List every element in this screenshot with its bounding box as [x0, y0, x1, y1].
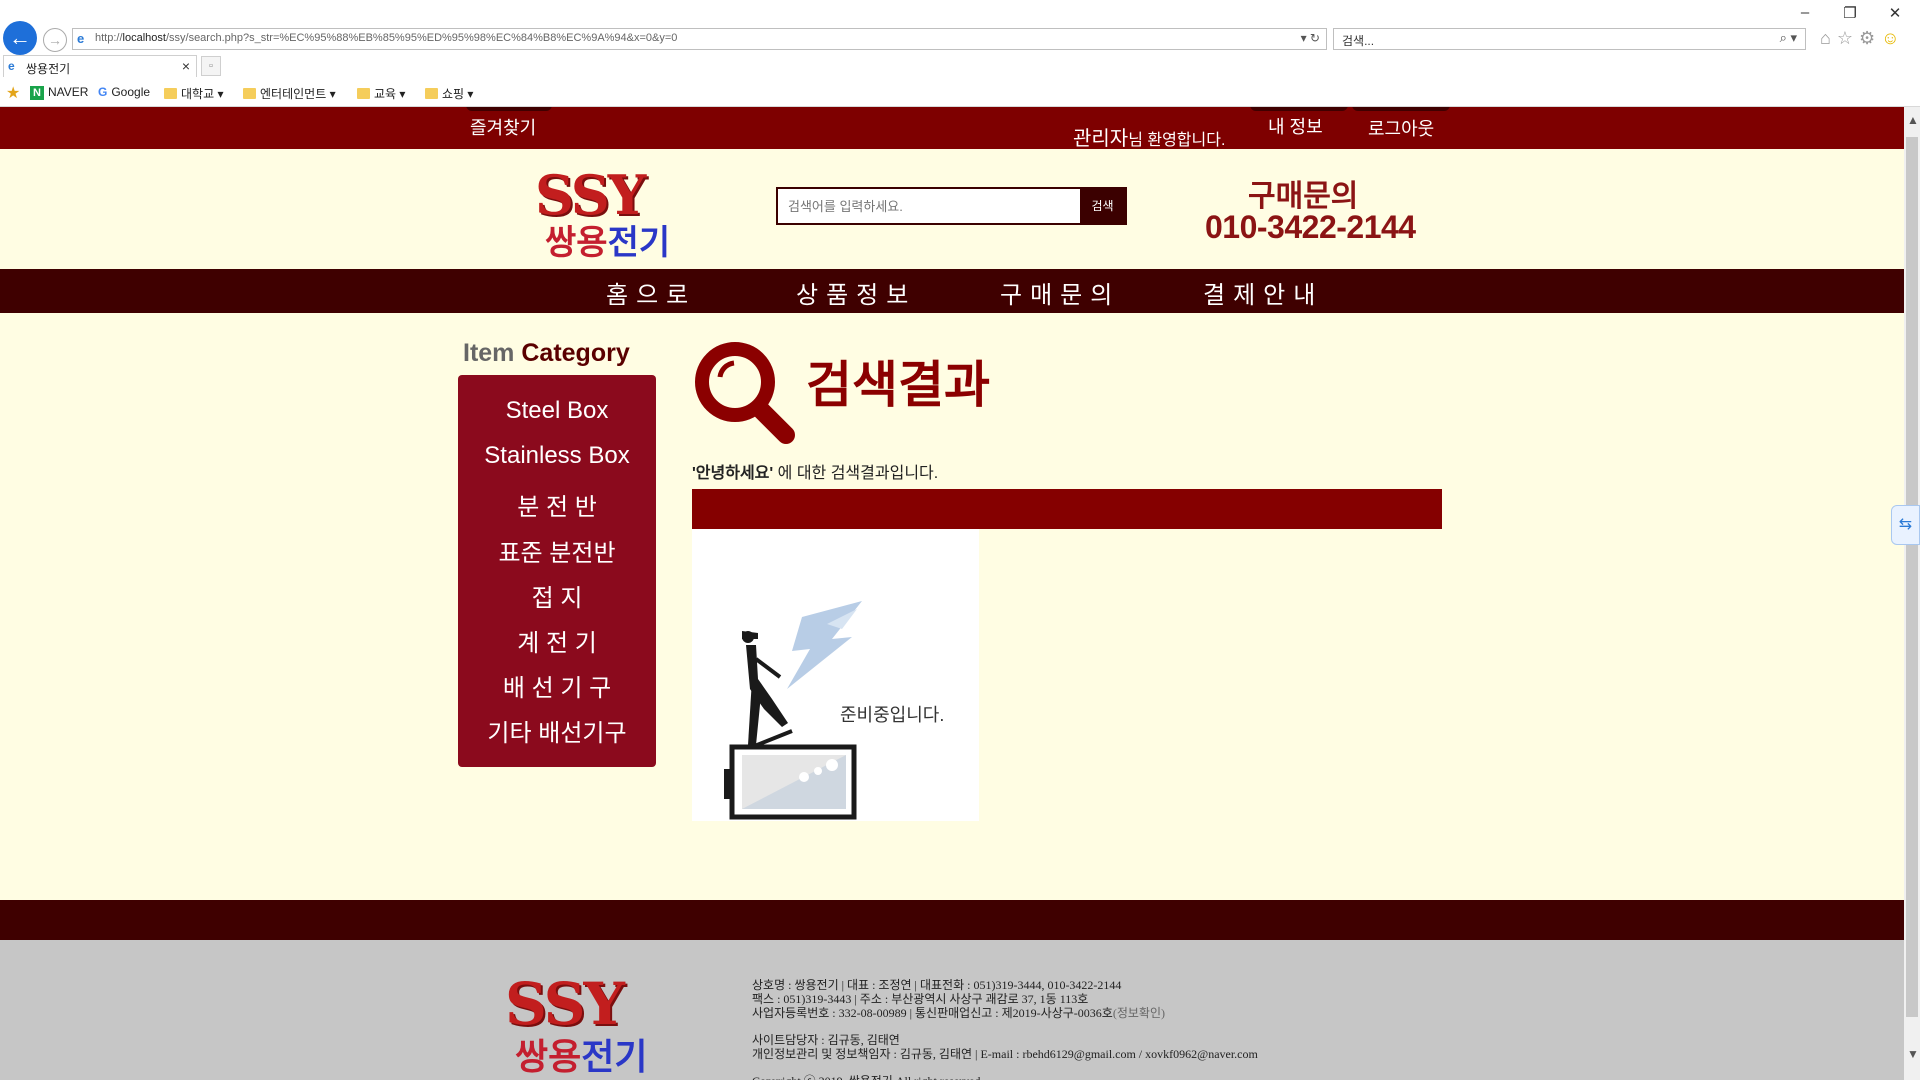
- footer-copyright: Copyright ⓒ 2019. 쌍용전기 All right reserve…: [752, 1072, 983, 1080]
- user-name: 관리자: [1073, 128, 1129, 150]
- fav-naver[interactable]: N NAVER: [30, 85, 88, 100]
- category-item-other-wiring[interactable]: 기타 배선기구: [458, 713, 656, 748]
- browser-search-box[interactable]: 검색... ⌕ ▾: [1333, 28, 1806, 50]
- results-header-bar: [692, 489, 1442, 529]
- category-item-meter[interactable]: 계 전 기: [458, 623, 656, 658]
- footer-bar: [0, 900, 1904, 940]
- bookmark-link[interactable]: 즐겨찾기: [470, 114, 536, 140]
- main-nav: 홈으로 상품정보 구매문의 결제안내: [0, 269, 1904, 313]
- search-icon[interactable]: ⌕ ▾: [1780, 30, 1797, 46]
- my-info-link[interactable]: 내 정보: [1268, 113, 1323, 139]
- folder-icon: [357, 88, 370, 99]
- back-button[interactable]: ←: [3, 21, 37, 55]
- fav-folder-education[interactable]: 교육 ▾: [357, 85, 405, 102]
- site-search-button[interactable]: 검색: [1080, 189, 1125, 223]
- search-result-summary: '안녕하세요' 에 대한 검색결과입니다.: [692, 465, 939, 482]
- browser-chrome: – ❐ ✕ ← → e http://localhost/ssy/search.…: [0, 0, 1920, 107]
- category-item-grounding[interactable]: 접 지: [458, 578, 656, 613]
- address-bar[interactable]: e http://localhost/ssy/search.php?s_str=…: [72, 28, 1327, 50]
- folder-icon: [164, 88, 177, 99]
- nav-products[interactable]: 상품정보: [796, 275, 916, 310]
- nav-payment[interactable]: 결제안내: [1203, 275, 1323, 310]
- page-scrollbar[interactable]: ▲ ▼: [1904, 107, 1920, 1080]
- refresh-icon[interactable]: ▾ ↻: [1301, 31, 1320, 45]
- restore-button[interactable]: ❐: [1830, 4, 1870, 22]
- tab-favicon-icon: e: [8, 59, 15, 73]
- forward-button[interactable]: →: [43, 28, 67, 52]
- category-item-standard-panelboard[interactable]: 표준 분전반: [458, 533, 656, 568]
- fav-folder-entertainment[interactable]: 엔터테인먼트 ▾: [243, 85, 336, 102]
- home-icon[interactable]: ⌂: [1820, 28, 1837, 48]
- category-menu: Steel Box Stainless Box 분 전 반 표준 분전반 접 지…: [458, 375, 656, 767]
- nav-home[interactable]: 홈으로: [606, 275, 696, 310]
- page-viewport: 즐겨찾기 관리자님 환영합니다. 내 정보 로그아웃 SSY 쌍용전기 검색 구…: [0, 107, 1904, 1080]
- top-bar-tab: [466, 107, 552, 111]
- category-title: Item Category: [463, 339, 630, 367]
- site-footer: SSY 쌍용전기 상호명 : 쌍용전기 | 대표 : 조정연 | 대표전화 : …: [0, 940, 1904, 1080]
- favorites-bar: ★ N NAVER G Google 대학교 ▾ 엔터테인먼트 ▾ 교육 ▾ 쇼핑 …: [0, 82, 1920, 106]
- favorites-star-icon[interactable]: ☆: [1837, 28, 1859, 48]
- site-header: SSY 쌍용전기 검색 구매문의 010-3422-2144: [0, 149, 1904, 269]
- favorites-icon[interactable]: ★: [6, 83, 20, 103]
- minimize-button[interactable]: –: [1785, 4, 1825, 21]
- url-text: http://localhost/ssy/search.php?s_str=%E…: [95, 32, 678, 44]
- site-search-form: 검색: [776, 187, 1127, 225]
- folder-icon: [425, 88, 438, 99]
- scroll-up-icon[interactable]: ▲: [1907, 113, 1919, 127]
- site-search-input[interactable]: [778, 189, 1080, 223]
- fav-folder-shopping[interactable]: 쇼핑 ▾: [425, 85, 473, 102]
- browser-tab[interactable]: e 쌍용전기 ×: [3, 55, 197, 77]
- search-query: '안녕하세요': [692, 465, 774, 482]
- category-item-steel-box[interactable]: Steel Box: [458, 397, 656, 425]
- under-construction-image: 준비중입니다.: [692, 529, 979, 821]
- close-window-button[interactable]: ✕: [1875, 4, 1915, 22]
- top-bar: 즐겨찾기 관리자님 환영합니다. 내 정보 로그아웃: [0, 107, 1904, 150]
- tab-close-icon[interactable]: ×: [182, 58, 190, 74]
- fav-google[interactable]: G Google: [98, 85, 150, 99]
- logout-link[interactable]: 로그아웃: [1368, 115, 1434, 141]
- page-icon: e: [77, 31, 85, 46]
- footer-privacy-officer: 개인정보관리 및 정보책임자 : 김규동, 김태연 | E-mail : rbe…: [752, 1047, 1258, 1061]
- browser-search-placeholder: 검색...: [1342, 34, 1375, 48]
- nav-inquiry[interactable]: 구매문의: [1000, 275, 1120, 310]
- category-item-panelboard[interactable]: 분 전 반: [458, 487, 656, 522]
- fav-folder-university[interactable]: 대학교 ▾: [164, 85, 223, 102]
- inquiry-phone: 010-3422-2144: [1205, 209, 1416, 245]
- scroll-down-icon[interactable]: ▼: [1907, 1047, 1919, 1061]
- tab-title: 쌍용전기: [26, 62, 71, 76]
- top-bar-tab: [1250, 107, 1348, 111]
- site-logo[interactable]: SSY 쌍용전기: [535, 163, 670, 262]
- scrollbar-thumb[interactable]: [1906, 137, 1918, 1017]
- footer-logo: SSY 쌍용전기: [505, 970, 648, 1077]
- main-content: Item Category Steel Box Stainless Box 분 …: [0, 313, 1904, 900]
- category-item-wiring-devices[interactable]: 배 선 기 구: [458, 668, 656, 703]
- page-title: 검색결과: [806, 357, 990, 413]
- preparing-message: 준비중입니다.: [840, 705, 945, 725]
- feedback-smiley-icon[interactable]: ☺: [1881, 28, 1905, 48]
- google-icon: G: [98, 85, 108, 99]
- gear-icon[interactable]: ⚙: [1859, 28, 1881, 48]
- remote-support-icon[interactable]: ⇆: [1891, 505, 1920, 545]
- naver-icon: N: [30, 86, 44, 100]
- welcome-message: 관리자님 환영합니다.: [1073, 128, 1226, 150]
- footer-info-check-link[interactable]: (정보확인): [1113, 1006, 1165, 1020]
- top-bar-tab: [1352, 107, 1450, 111]
- new-tab-button[interactable]: ▫: [201, 56, 221, 76]
- footer-registration: 사업자등록번호 : 332-08-00989 | 통신판매업신고 : 제2019…: [752, 1006, 1165, 1020]
- browser-tools: ⌂☆⚙☺: [1820, 28, 1906, 49]
- folder-icon: [243, 88, 256, 99]
- magnifier-icon: [695, 342, 795, 444]
- category-item-stainless-box[interactable]: Stainless Box: [458, 442, 656, 470]
- under-construction-illustration: [724, 601, 862, 820]
